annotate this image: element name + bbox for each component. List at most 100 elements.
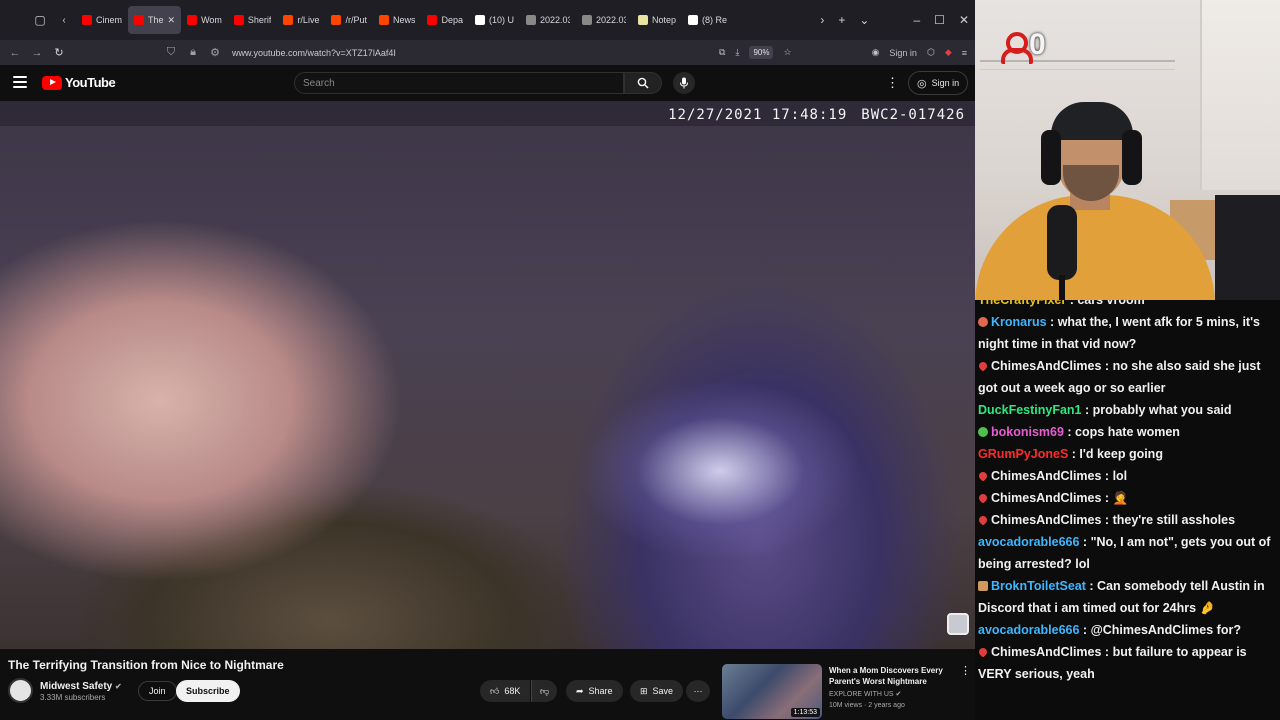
close-window-icon[interactable]: ✕	[959, 13, 969, 27]
tab-label: Depa	[441, 15, 463, 25]
tab-label: 2022.03.1	[596, 15, 626, 25]
thumbs-down-icon: 👎︎	[540, 685, 550, 696]
recommended-thumbnail[interactable]: 1:13:53	[722, 664, 822, 719]
browser-signin-label[interactable]: Sign in	[889, 48, 917, 58]
more-actions-button[interactable]: ⋯	[686, 680, 710, 702]
forward-icon[interactable]: →	[26, 42, 48, 64]
new-tab-icon[interactable]: +	[838, 13, 845, 27]
subscribe-button[interactable]: Subscribe	[176, 680, 240, 702]
microphone-arm	[1059, 275, 1065, 300]
chat-separator: :	[1046, 315, 1058, 329]
save-button[interactable]: ⊞ Save	[630, 680, 684, 702]
back-icon[interactable]: ←	[4, 42, 26, 64]
bodycam-camera-id: BWC2-017426	[861, 107, 965, 123]
chat-separator: :	[1101, 491, 1113, 505]
channel-avatar[interactable]	[8, 678, 33, 703]
share-button[interactable]: ➦ Share	[566, 680, 623, 702]
tab-list-icon[interactable]: ⌄	[859, 13, 869, 27]
youtube-signin-button[interactable]: ◎ Sign in	[908, 71, 969, 95]
minimize-icon[interactable]: –	[913, 13, 920, 27]
tab-label: Notep	[652, 15, 677, 25]
tab-scroll-left-icon[interactable]: ‹	[52, 8, 76, 32]
browser-tab[interactable]: 2022.03.1	[576, 6, 632, 34]
permissions-icon[interactable]: ⚙︎	[204, 42, 226, 64]
chat-username[interactable]: DuckFestinyFan1	[978, 403, 1082, 417]
channel-name[interactable]: Midwest Safety ✔	[40, 681, 122, 692]
join-button[interactable]: Join	[138, 681, 177, 701]
tab-close-icon[interactable]: ✕	[168, 15, 176, 26]
ellipsis-icon: ⋯	[693, 685, 703, 696]
chat-username[interactable]: TheCraftyFixer	[978, 300, 1066, 307]
browser-tab[interactable]: News	[373, 6, 422, 34]
tab-strip: Cinem The ✕ Wom Sherif r/Live/r/Put News Depa (1…	[76, 6, 733, 34]
browser-menu-icon[interactable]: ≡	[962, 48, 967, 58]
tab-favicon-icon	[688, 15, 699, 25]
tab-overview-icon[interactable]: ▢	[28, 8, 52, 32]
video-player[interactable]: 12/27/2021 17:48:19 BWC2-017426	[0, 101, 975, 649]
chat-username[interactable]: ChimesAndClimes	[991, 513, 1101, 527]
tab-favicon-icon	[283, 15, 294, 25]
chat-username[interactable]: bokonism69	[991, 425, 1064, 439]
tab-scroll-right-icon[interactable]: ›	[820, 13, 824, 27]
voice-search-button[interactable]	[673, 72, 695, 94]
chat-username[interactable]: ChimesAndClimes	[991, 359, 1101, 373]
chat-message: GRumPyJoneS : I'd keep going	[978, 443, 1276, 465]
picture-in-picture-icon[interactable]: ⧉	[719, 47, 725, 58]
download-icon[interactable]: ⤓	[735, 47, 739, 58]
viewer-person-icon	[1000, 30, 1033, 64]
chat-message: ChimesAndClimes : but failure to appear …	[977, 641, 1276, 685]
browser-tab[interactable]: (10) U	[469, 6, 520, 34]
maximize-icon[interactable]: ☐	[934, 13, 945, 27]
browser-tab[interactable]: Cinem	[76, 6, 128, 34]
browser-tab[interactable]: Sherif	[228, 6, 278, 34]
tab-label: Wom	[201, 15, 222, 25]
chat-username[interactable]: BroknToiletSeat	[991, 579, 1086, 593]
chat-separator: :	[1085, 579, 1098, 593]
chat-badge-icon	[978, 317, 988, 327]
recommended-channel[interactable]: EXPLORE WITH US ✔	[829, 690, 901, 698]
url-text[interactable]: www.youtube.com/watch?v=XTZ17lAaf4I	[232, 48, 396, 58]
youtube-logo[interactable]: YouTube	[42, 75, 116, 90]
browser-tab[interactable]: Wom	[181, 6, 228, 34]
chat-separator: :	[1079, 535, 1091, 549]
tracking-shield-icon[interactable]: ⛉	[160, 42, 182, 64]
recommended-title[interactable]: When a Mom Discovers Every Parent's Wors…	[829, 665, 959, 687]
search-button[interactable]	[624, 72, 662, 94]
browser-tab[interactable]: (8) Re	[682, 6, 733, 34]
browser-tab[interactable]: r/Live	[277, 6, 325, 34]
more-options-icon[interactable]: ⋮	[886, 75, 899, 91]
dislike-button[interactable]: 👎︎	[531, 680, 558, 702]
chat-text: lol	[1112, 469, 1128, 483]
search-input[interactable]: Search	[294, 72, 624, 94]
browser-tab[interactable]: 2022.03.1	[520, 6, 576, 34]
streamer-cap	[1051, 102, 1133, 140]
youtube-logo-text: YouTube	[65, 75, 116, 90]
youtube-header: YouTube Search ⋮ ◎ Sign in	[0, 65, 975, 101]
chat-username[interactable]: ChimesAndClimes	[991, 469, 1101, 483]
chat-username[interactable]: avocadorable666	[978, 535, 1079, 549]
browser-tab[interactable]: Notep	[632, 6, 682, 34]
browser-tab[interactable]: /r/Put	[325, 6, 373, 34]
chat-separator: :	[1079, 623, 1091, 637]
chat-username[interactable]: GRumPyJoneS	[978, 447, 1068, 461]
chat-username[interactable]: ChimesAndClimes	[991, 645, 1101, 659]
browser-tab[interactable]: Depa	[421, 6, 469, 34]
extensions-icon[interactable]: ⬡	[927, 47, 935, 58]
bookmark-star-icon[interactable]: ☆	[783, 47, 791, 58]
recommended-more-icon[interactable]: ⋮	[960, 664, 971, 677]
chat-text: probably what you said	[1092, 403, 1232, 417]
account-icon[interactable]: ◉	[872, 47, 880, 58]
extension-badge-icon[interactable]: ◆	[945, 47, 952, 58]
browser-tab[interactable]: The ✕	[128, 6, 182, 34]
chat-badge-icon	[977, 470, 989, 482]
chat-username[interactable]: Kronarus	[991, 315, 1047, 329]
lock-icon[interactable]: 🔒︎	[182, 42, 204, 64]
zoom-level[interactable]: 90%	[749, 46, 774, 59]
like-button[interactable]: 👍︎ 68K	[480, 680, 531, 702]
chat-username[interactable]: ChimesAndClimes	[991, 491, 1101, 505]
reload-icon[interactable]: ↻	[48, 42, 70, 64]
hamburger-menu-icon[interactable]	[13, 76, 27, 88]
channel-watermark-icon[interactable]	[947, 613, 969, 635]
tab-label: Sherif	[247, 15, 272, 25]
chat-username[interactable]: avocadorable666	[978, 623, 1079, 637]
